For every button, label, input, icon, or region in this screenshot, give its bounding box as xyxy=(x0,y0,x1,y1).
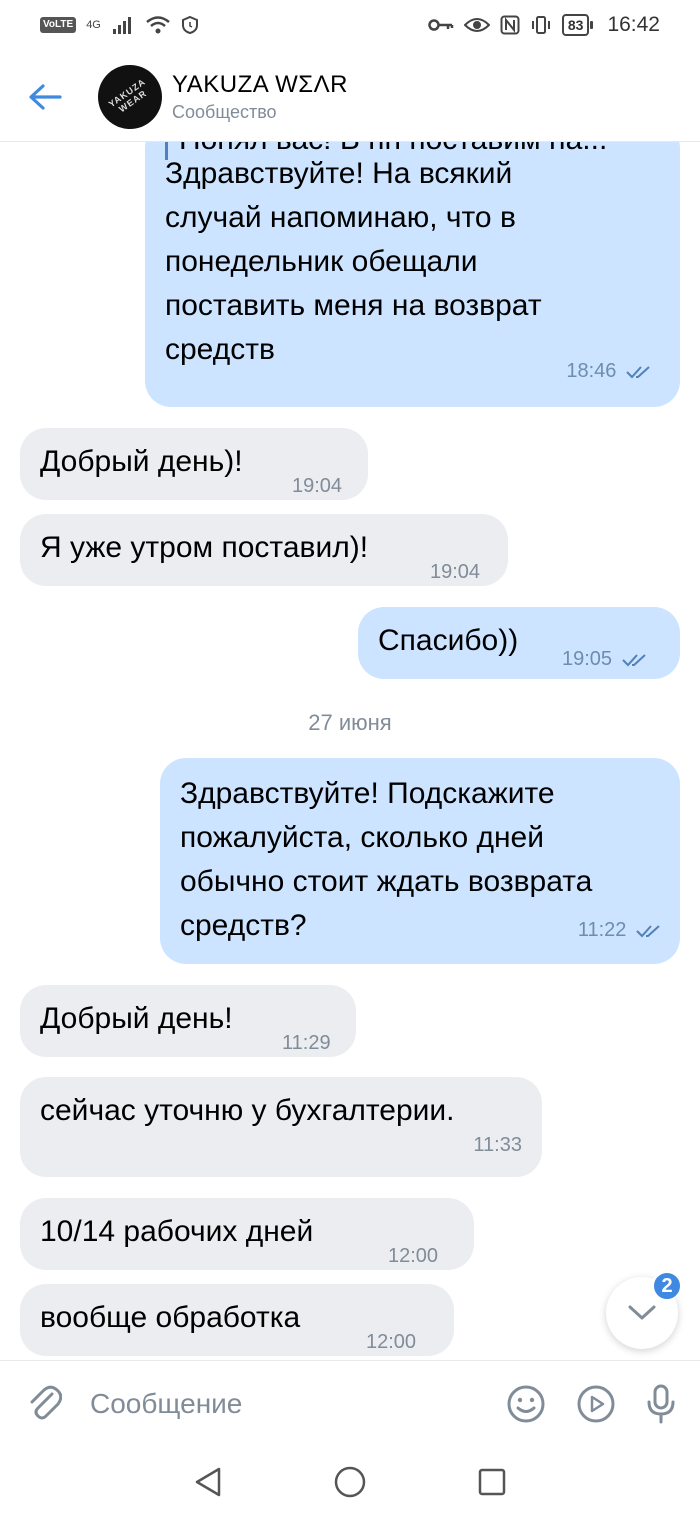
clock: 16:42 xyxy=(607,13,660,36)
status-right: 83 16:42 xyxy=(428,13,660,37)
nav-home-icon[interactable] xyxy=(333,1465,367,1499)
attach-button[interactable] xyxy=(0,1384,90,1424)
double-check-icon xyxy=(626,365,650,379)
message-time: 19:05 xyxy=(562,637,648,681)
message-text: Спасибо)) xyxy=(378,624,519,657)
chat-title: YAKUZA WΣΛR xyxy=(172,70,348,98)
system-nav-bar xyxy=(0,1446,700,1517)
message-line: пожалуйста, сколько дней xyxy=(180,821,544,854)
status-left: VoLTE 4G xyxy=(40,15,199,35)
status-bar: VoLTE 4G 83 16:42 xyxy=(0,0,700,50)
double-check-icon xyxy=(621,653,646,667)
message-line: Здравствуйте! На всякий xyxy=(165,157,513,190)
message-time-text: 19:05 xyxy=(562,648,613,670)
battery-indicator: 83 xyxy=(561,14,594,36)
message-text: вообще обработка xyxy=(40,1301,301,1334)
unread-count-badge: 2 xyxy=(652,1271,682,1301)
date-separator: 27 июня xyxy=(308,710,392,735)
microphone-icon[interactable] xyxy=(646,1384,676,1424)
message-bubble[interactable]: сейчас уточню у бухгалтерии. 11:33 xyxy=(20,1077,542,1177)
message-text: Добрый день)! xyxy=(40,445,243,478)
chat-header: YAKUZA WEAR YAKUZA WΣΛR Сообщество xyxy=(0,52,700,142)
chat-subtitle: Сообщество xyxy=(172,101,277,122)
message-bubble[interactable]: Понял вас! В пн поставим на... Здравству… xyxy=(145,142,680,407)
back-button[interactable] xyxy=(0,52,90,142)
message-bubble[interactable]: вообще обработка 12:00 xyxy=(20,1284,454,1356)
nfc-icon xyxy=(500,15,520,35)
vibrate-icon xyxy=(531,16,550,34)
emoji-icon[interactable] xyxy=(506,1384,546,1424)
avatar-logo-text: YAKUZA WEAR xyxy=(106,76,149,114)
video-message-icon[interactable] xyxy=(576,1384,616,1424)
chat-title-block[interactable]: YAKUZA WΣΛR Сообщество xyxy=(172,71,348,123)
avatar[interactable]: YAKUZA WEAR xyxy=(98,64,162,129)
network-type: 4G xyxy=(86,19,101,31)
wifi-icon xyxy=(146,16,170,34)
chevron-down-icon xyxy=(628,1305,656,1320)
message-time: 11:29 xyxy=(282,1032,331,1054)
message-time: 18:46 xyxy=(566,349,652,393)
message-text: Я уже утром поставил)! xyxy=(40,531,369,564)
message-line: понедельник обещали xyxy=(165,245,478,278)
message-time-text: 18:46 xyxy=(566,360,617,382)
message-time-text: 11:22 xyxy=(577,919,627,941)
message-time: 11:33 xyxy=(473,1134,522,1156)
message-list[interactable]: Понял вас! В пн поставим на... Здравству… xyxy=(0,142,700,1360)
message-bubble[interactable]: 10/14 рабочих дней 12:00 xyxy=(20,1198,474,1270)
composer-actions xyxy=(506,1384,676,1424)
message-time: 12:00 xyxy=(388,1245,439,1267)
message-line: обычно стоит ждать возврата xyxy=(180,865,593,898)
paperclip-icon xyxy=(30,1385,62,1419)
message-time: 19:04 xyxy=(430,561,481,583)
message-text: сейчас уточню у бухгалтерии. xyxy=(40,1094,455,1127)
message-text: Здравствуйте! На всякий случай напоминаю… xyxy=(165,152,665,372)
message-input[interactable] xyxy=(90,1387,506,1420)
battery-level: 83 xyxy=(561,14,590,36)
eye-icon xyxy=(463,18,490,32)
message-line: поставить меня на возврат xyxy=(165,289,542,322)
double-check-icon xyxy=(636,924,660,938)
battery-tip xyxy=(590,21,594,29)
message-bubble[interactable]: Я уже утром поставил)! 19:04 xyxy=(20,514,508,586)
message-bubble[interactable]: Добрый день)! 19:04 xyxy=(20,428,368,500)
message-time: 11:22 xyxy=(578,908,662,952)
message-line: Здравствуйте! Подскажите xyxy=(180,777,555,810)
message-bubble[interactable]: Спасибо)) 19:05 xyxy=(358,607,680,679)
shield-icon xyxy=(181,15,198,35)
message-text: 10/14 рабочих дней xyxy=(40,1215,314,1248)
message-bubble[interactable]: Добрый день! 11:29 xyxy=(20,985,356,1057)
message-time: 19:04 xyxy=(292,475,343,497)
composer-bar xyxy=(0,1360,700,1446)
nav-back-icon[interactable] xyxy=(193,1466,223,1498)
key-icon xyxy=(428,19,454,31)
nav-recents-icon[interactable] xyxy=(477,1467,507,1497)
message-time: 12:00 xyxy=(366,1331,417,1353)
message-text: Добрый день! xyxy=(40,1002,233,1035)
message-line: случай напоминаю, что в xyxy=(165,201,516,234)
signal-icon xyxy=(112,17,131,34)
volte-indicator: VoLTE xyxy=(40,17,77,33)
scroll-down-button[interactable]: 2 xyxy=(606,1271,682,1349)
arrow-left-icon xyxy=(29,83,62,110)
message-bubble[interactable]: Здравствуйте! Подскажите пожалуйста, ско… xyxy=(160,758,680,964)
